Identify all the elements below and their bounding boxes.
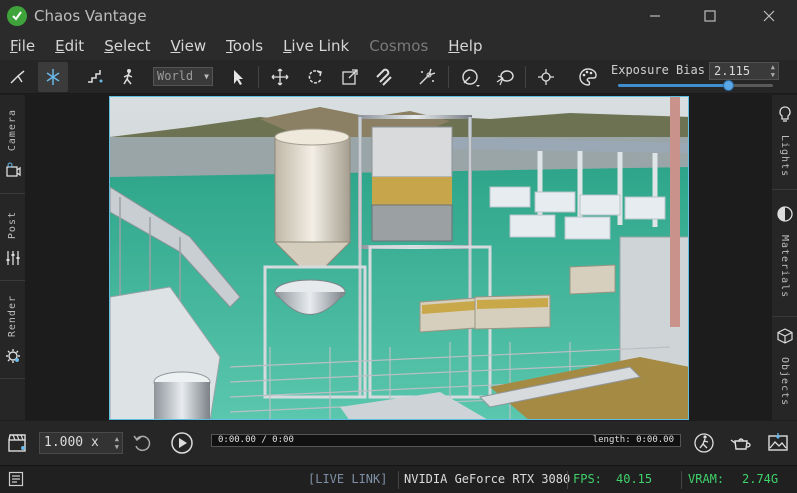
walkthrough-icon[interactable] [692,431,716,459]
spin-arrows-icon[interactable]: ▲ ▼ [771,63,775,79]
palette-icon[interactable] [573,62,603,92]
coordinate-space-select[interactable]: World ▼ [153,67,213,86]
menu-edit[interactable]: Edit [49,37,90,55]
exposure-bias-slider[interactable] [618,80,773,91]
minimize-button[interactable] [632,0,678,31]
render-viewport[interactable] [109,96,689,420]
pivot-target-icon[interactable] [531,62,561,92]
menu-file[interactable]: File [4,37,41,55]
menu-bar: File Edit Select View Tools Live Link Co… [0,31,797,60]
close-button[interactable] [746,0,792,31]
vram-label: VRAM: [688,472,725,486]
exposure-bias-input[interactable]: 2.115 ▲ ▼ [709,62,779,80]
clapperboard-icon[interactable] [6,431,28,457]
menu-cosmos[interactable]: Cosmos [363,37,434,55]
tab-objects[interactable]: Objects [772,327,797,406]
playback-speed-input[interactable]: 1.000 x ▲ ▼ [39,432,123,454]
console-log-icon[interactable] [8,471,24,491]
stairs-walk-icon[interactable] [80,62,110,92]
fps-value: 40.15 [616,472,653,486]
timeline-bar: 1.000 x ▲ ▼ 0:00.00 / 0:00 length: 0:00.0… [0,421,797,465]
walk-mode-icon[interactable] [113,62,143,92]
fly-mode-icon[interactable] [38,62,68,92]
spin-arrows-icon[interactable]: ▲ ▼ [115,435,119,451]
industrial-plant-render [110,97,688,419]
title-bar: Chaos Vantage [0,0,797,31]
exposure-bias-label: Exposure Bias [611,63,705,77]
live-link-status[interactable]: [LIVE LINK] [308,472,387,486]
tab-post[interactable]: Post [0,211,25,271]
chaos-vantage-logo-icon [7,5,27,26]
object-picker-icon[interactable] [490,62,520,92]
exposure-slider-thumb[interactable] [723,80,735,91]
play-button[interactable] [170,431,194,459]
menu-view[interactable]: View [164,37,212,55]
right-side-panel: Lights Materials Objects [772,95,797,420]
tab-camera[interactable]: Camera [0,109,25,183]
chevron-down-icon: ▼ [204,72,209,81]
tab-lights[interactable]: Lights [772,105,797,177]
menu-tools[interactable]: Tools [220,37,269,55]
gpu-name: NVIDIA GeForce RTX 3080 [404,472,571,486]
render-gear-icon [4,347,22,369]
maximize-button[interactable] [687,0,733,31]
scale-gizmo-icon[interactable] [335,62,365,92]
menu-help[interactable]: Help [442,37,488,55]
timeline-scrubber[interactable]: 0:00.00 / 0:00 length: 0:00.00 [211,434,681,447]
material-sphere-icon [776,205,794,227]
tab-materials[interactable]: Materials [772,205,797,298]
status-bar: [LIVE LINK] NVIDIA GeForce RTX 3080 FPS:… [0,465,797,493]
pick-focus-icon[interactable] [412,62,442,92]
rewind-icon[interactable] [131,432,153,458]
post-sliders-icon [4,249,22,271]
camera-navigate-icon[interactable] [3,62,33,92]
snap-magnet-icon[interactable] [370,62,400,92]
camera-settings-icon [4,161,22,183]
move-gizmo-icon[interactable] [265,62,295,92]
menu-live-link[interactable]: Live Link [277,37,355,55]
tab-render[interactable]: Render [0,295,25,369]
cube-icon [776,327,794,349]
rotate-gizmo-icon[interactable] [300,62,330,92]
lightbulb-icon [776,105,794,127]
select-arrow-icon[interactable] [223,62,253,92]
current-time: 0:00.00 / 0:00 [218,435,294,445]
toolbar: World ▼ Exposure Bias 2.115 ▲ ▼ [0,60,797,94]
exposure-slider-fill [618,84,729,87]
vram-value: 2.74G [742,472,779,486]
menu-select[interactable]: Select [98,37,156,55]
fps-label: FPS: [573,472,602,486]
render-image-icon[interactable] [766,431,790,459]
teapot-icon[interactable] [729,431,753,459]
timeline-length: length: 0:00.00 [592,435,674,445]
window-title: Chaos Vantage [34,6,147,25]
play-icon [171,432,193,454]
material-picker-icon[interactable] [455,62,485,92]
left-side-panel: Camera Post Render [0,95,25,420]
